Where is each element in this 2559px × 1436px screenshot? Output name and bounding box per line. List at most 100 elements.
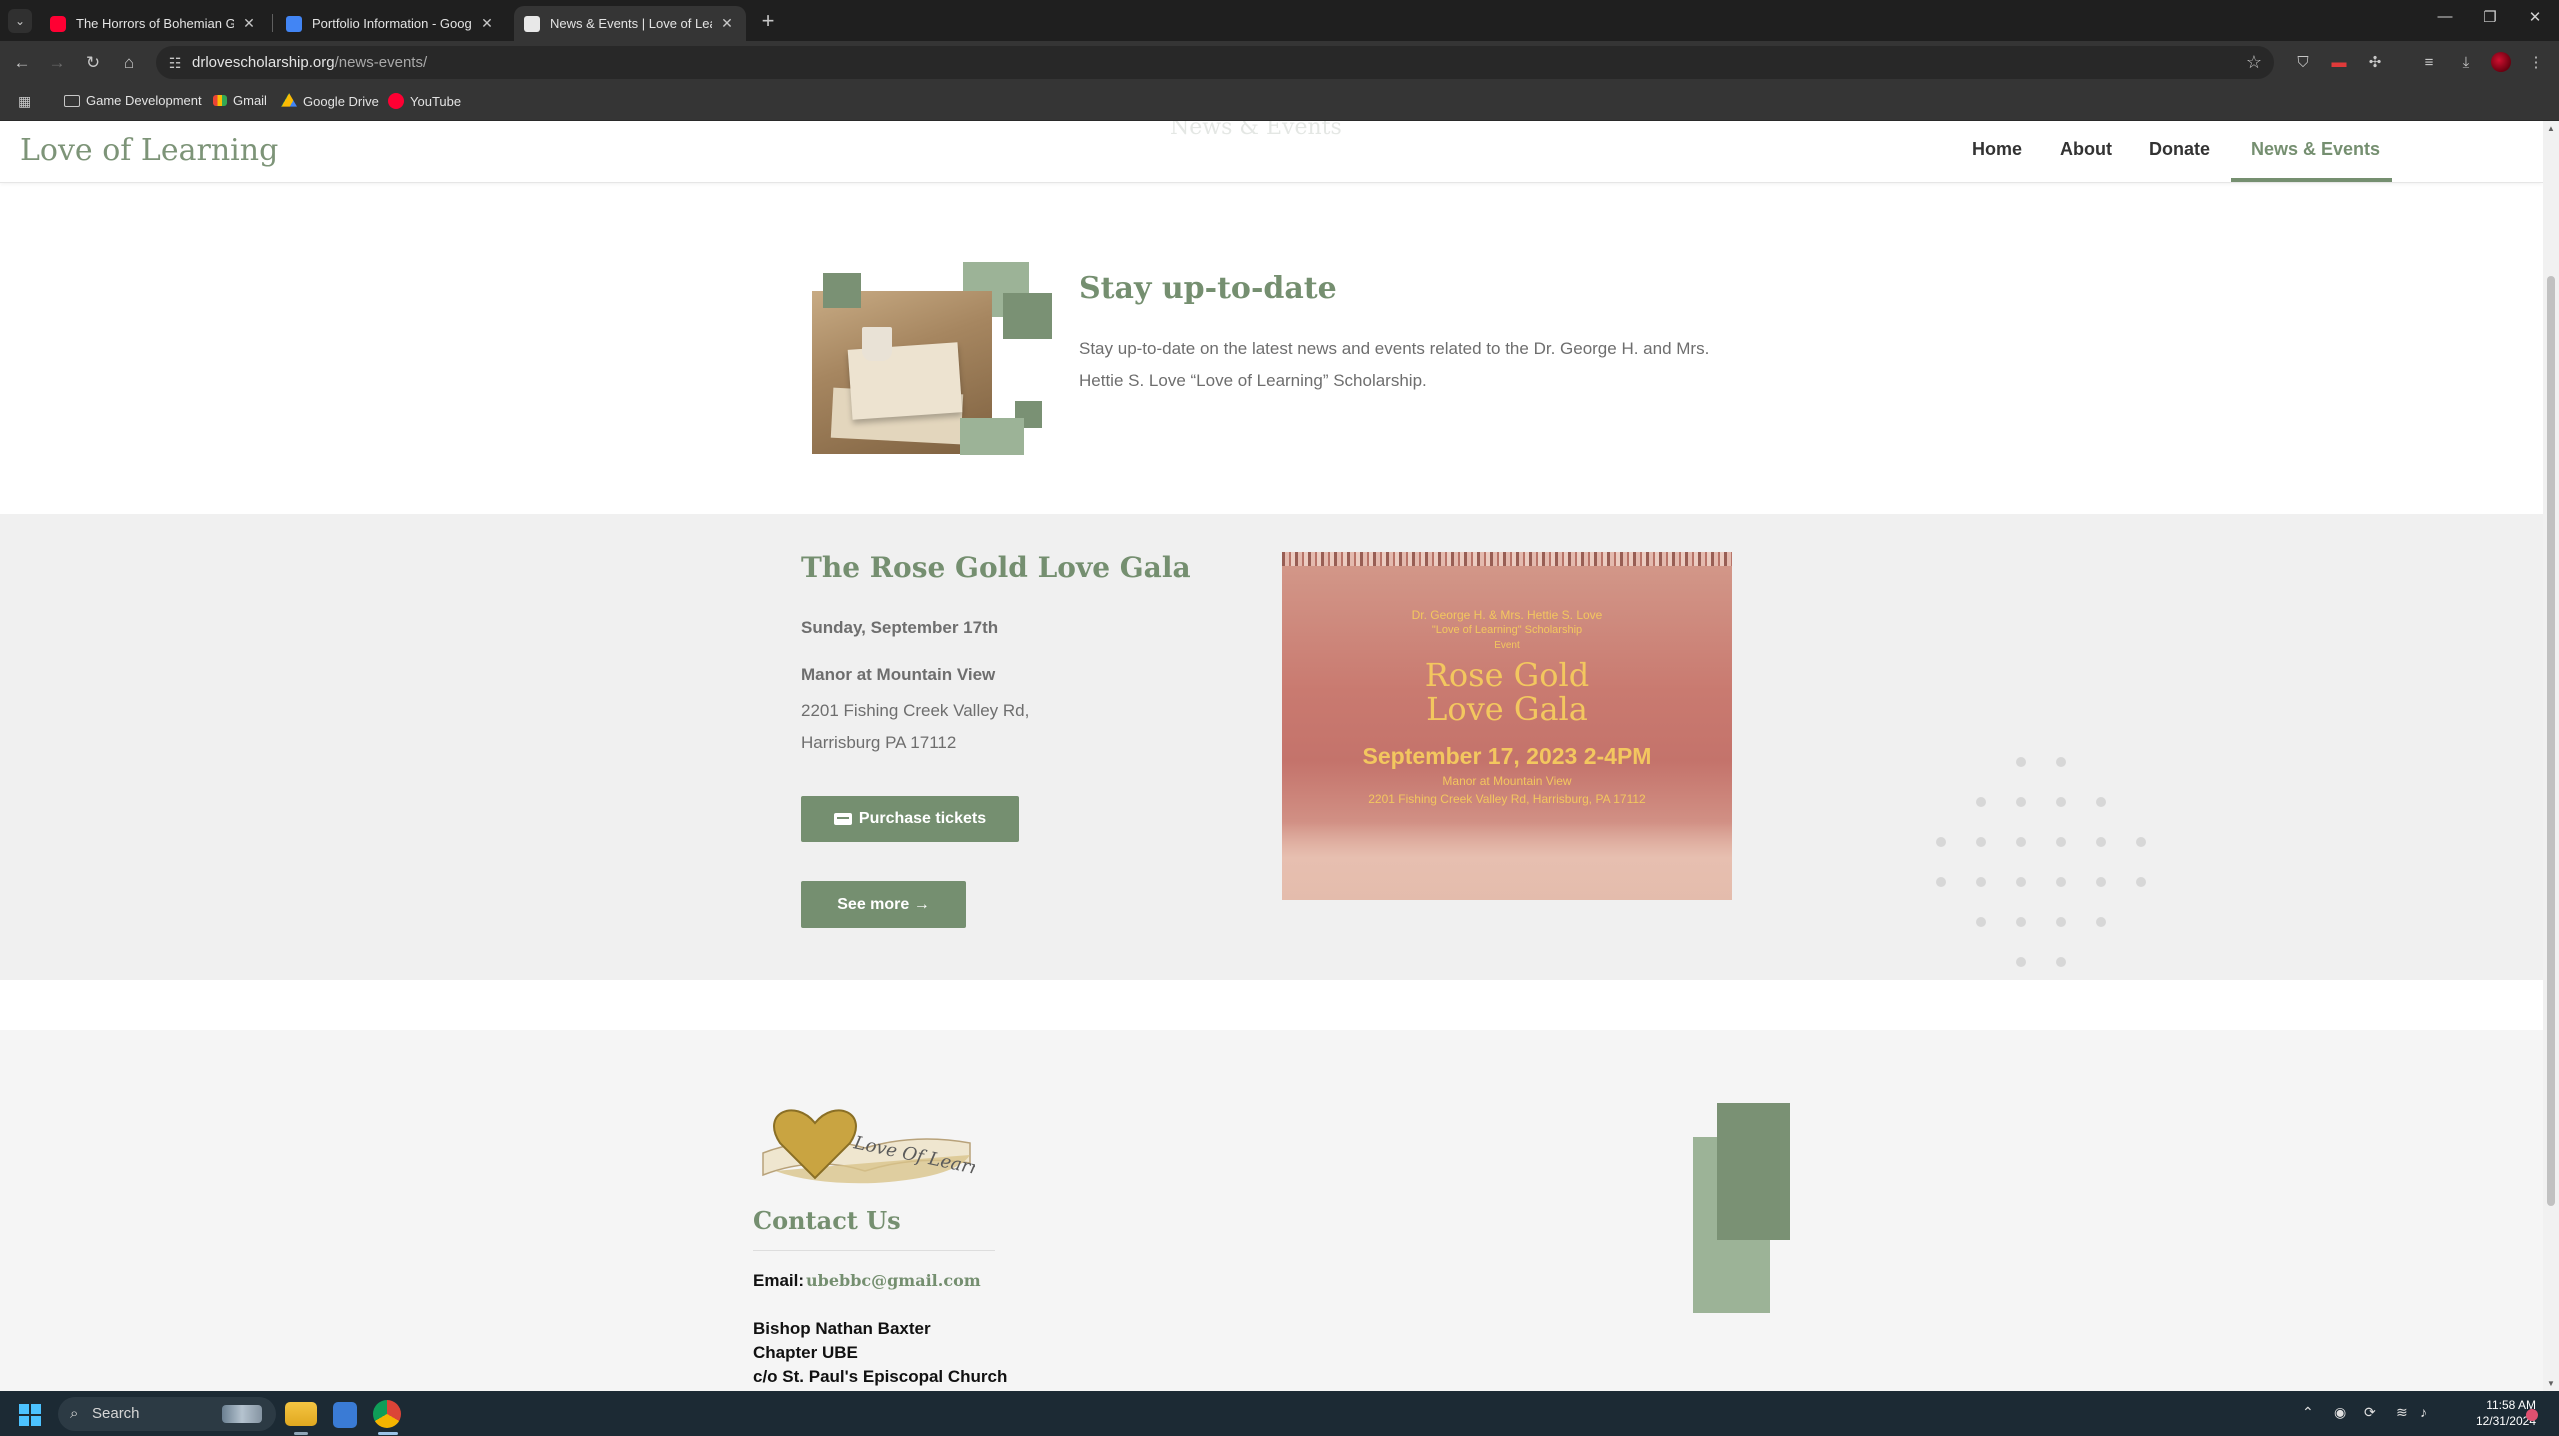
decorative-square (960, 418, 1024, 455)
dot (2136, 837, 2146, 847)
flyer-heading: Rose Gold (1424, 656, 1590, 694)
chrome-icon[interactable] (373, 1400, 401, 1428)
dot (1976, 837, 1986, 847)
address-line: c/o St. Paul's Episcopal Church (753, 1367, 1008, 1386)
minimize-icon[interactable]: — (2430, 8, 2460, 25)
bookmark-label: Google Drive (303, 93, 379, 109)
email-label: Email: (753, 1271, 805, 1290)
file-explorer-icon[interactable] (285, 1402, 317, 1426)
youtube-icon (388, 93, 404, 109)
close-tab-icon[interactable]: ✕ (240, 15, 258, 32)
forward-icon[interactable]: → (44, 50, 70, 76)
home-icon[interactable]: ⌂ (116, 50, 142, 76)
scroll-up-arrow-icon[interactable]: ▲ (2546, 124, 2556, 133)
address-bar[interactable]: ☷ drlovescholarship.org/news-events/ ☆ (156, 46, 2274, 79)
email-link[interactable]: ubebbc@gmail.com (806, 1271, 981, 1290)
contact-us-heading: Contact Us (753, 1206, 901, 1235)
tab-separator (272, 14, 273, 32)
see-more-button[interactable]: See more → (801, 881, 966, 928)
bookmark-youtube[interactable]: YouTube (388, 93, 461, 109)
apps-grid-icon[interactable]: ▦ (18, 93, 31, 110)
reload-icon[interactable]: ↻ (80, 50, 106, 76)
dot (2016, 797, 2026, 807)
youtube-icon (50, 15, 66, 32)
notepad-icon[interactable] (333, 1402, 357, 1428)
event-address: 2201 Fishing Creek Valley Rd, Harrisburg… (801, 695, 1029, 759)
volume-icon[interactable]: ♪ (2420, 1404, 2427, 1420)
dot (2096, 837, 2106, 847)
extension-icon[interactable]: ⛉ (2292, 52, 2314, 74)
address-line: Harrisburg PA 17112 (801, 733, 957, 752)
bookmark-game-development[interactable]: Game Development (64, 93, 202, 108)
site-favicon-icon (524, 15, 540, 32)
tab-news-events[interactable]: News & Events | Love of Learning ✕ (514, 6, 746, 41)
tab-portfolio-information[interactable]: Portfolio Information - Google ✕ (276, 6, 506, 41)
nav-donate[interactable]: Donate (2149, 139, 2210, 160)
reading-list-icon[interactable]: ≡ (2418, 52, 2440, 74)
button-label: Purchase tickets (858, 810, 987, 827)
page-viewport: News & Events Love of Learning Home Abou… (0, 121, 2543, 1391)
url-text[interactable]: drlovescholarship.org/news-events/ (192, 54, 427, 71)
tab-strip: ⌄ The Horrors of Bohemian Grove ✕ Portfo… (0, 0, 2559, 41)
nav-about[interactable]: About (2060, 139, 2112, 160)
sync-tray-icon[interactable]: ⟳ (2364, 1404, 2376, 1421)
folder-icon (64, 94, 80, 107)
bookmark-google-drive[interactable]: Google Drive (281, 93, 379, 109)
page-scrollbar[interactable]: ▲ ▼ (2543, 121, 2559, 1391)
dot (1976, 917, 1986, 927)
dot (2056, 757, 2066, 767)
address-line: Chapter UBE (753, 1343, 858, 1362)
profile-avatar[interactable] (2491, 52, 2511, 72)
scrollbar-thumb[interactable] (2547, 276, 2555, 1206)
nav-news-events[interactable]: News & Events (2251, 139, 2380, 160)
google-drive-icon (281, 93, 297, 107)
scroll-down-arrow-icon[interactable]: ▼ (2546, 1379, 2556, 1388)
notification-bell-icon[interactable] (2526, 1409, 2538, 1421)
close-tab-icon[interactable]: ✕ (478, 15, 496, 32)
gala-flyer-image: Dr. George H. & Mrs. Hettie S. Love "Lov… (1282, 552, 1732, 900)
close-window-icon[interactable]: ✕ (2520, 8, 2550, 26)
app-running-indicator (294, 1432, 308, 1435)
extensions-puzzle-icon[interactable]: ✣ (2364, 52, 2386, 74)
nav-home[interactable]: Home (1972, 139, 2022, 160)
close-tab-icon[interactable]: ✕ (718, 15, 736, 32)
flyer-text: Manor at Mountain View (1442, 774, 1572, 788)
ad-block-icon[interactable]: ▬ (2328, 52, 2350, 74)
flyer-date: September 17, 2023 2-4PM (1362, 743, 1652, 769)
purchase-tickets-button[interactable]: Purchase tickets (801, 796, 1019, 842)
discord-tray-icon[interactable]: ◉ (2334, 1404, 2346, 1421)
menu-icon[interactable]: ⋮ (2525, 52, 2547, 74)
downloads-icon[interactable]: ⤓ (2455, 52, 2477, 74)
tab-search-button[interactable]: ⌄ (8, 9, 32, 33)
flyer-bottom-wash (1282, 822, 1732, 900)
button-label: See more → (837, 895, 930, 913)
site-logo[interactable]: Love of Learning (20, 133, 278, 168)
windows-start-icon[interactable] (19, 1404, 41, 1426)
dot (2096, 877, 2106, 887)
taskbar-clock[interactable]: 11:58 AM 12/31/2024 (2452, 1397, 2536, 1429)
love-of-learning-logo: Love Of Learning (762, 1109, 975, 1186)
tab-bohemian-grove[interactable]: The Horrors of Bohemian Grove ✕ (40, 6, 268, 41)
dot (2056, 797, 2066, 807)
site-info-icon[interactable]: ☷ (166, 54, 184, 72)
bookmark-label: YouTube (410, 93, 462, 109)
show-hidden-icons-chevron-icon[interactable]: ⌃ (2302, 1404, 2314, 1421)
dot (2016, 957, 2026, 967)
ticket-icon (833, 813, 852, 825)
search-icon: ⌕ (70, 1405, 79, 1422)
back-icon[interactable]: ← (9, 50, 35, 76)
bookmark-star-icon[interactable]: ☆ (2246, 52, 2262, 73)
browser-toolbar: ← → ↻ ⌂ ☷ drlovescholarship.org/news-eve… (0, 41, 2559, 84)
address-line: 2201 Fishing Creek Valley Rd, (801, 701, 1030, 720)
dot (2016, 757, 2026, 767)
windows-taskbar: ⌕ Search ⌃ ◉ ⟳ ≋ ♪ 11:58 AM 12/31/2024 (0, 1391, 2559, 1436)
flyer-text: 2201 Fishing Creek Valley Rd, Harrisburg… (1368, 792, 1646, 806)
new-tab-button[interactable]: + (756, 8, 780, 34)
restore-icon[interactable]: ❐ (2475, 8, 2505, 26)
app-active-indicator (378, 1432, 398, 1435)
bookmark-gmail[interactable]: Gmail (213, 93, 267, 108)
dot (2096, 917, 2106, 927)
taskbar-search-box[interactable]: ⌕ Search (58, 1397, 276, 1431)
dot (1936, 877, 1946, 887)
wifi-icon[interactable]: ≋ (2396, 1404, 2408, 1421)
